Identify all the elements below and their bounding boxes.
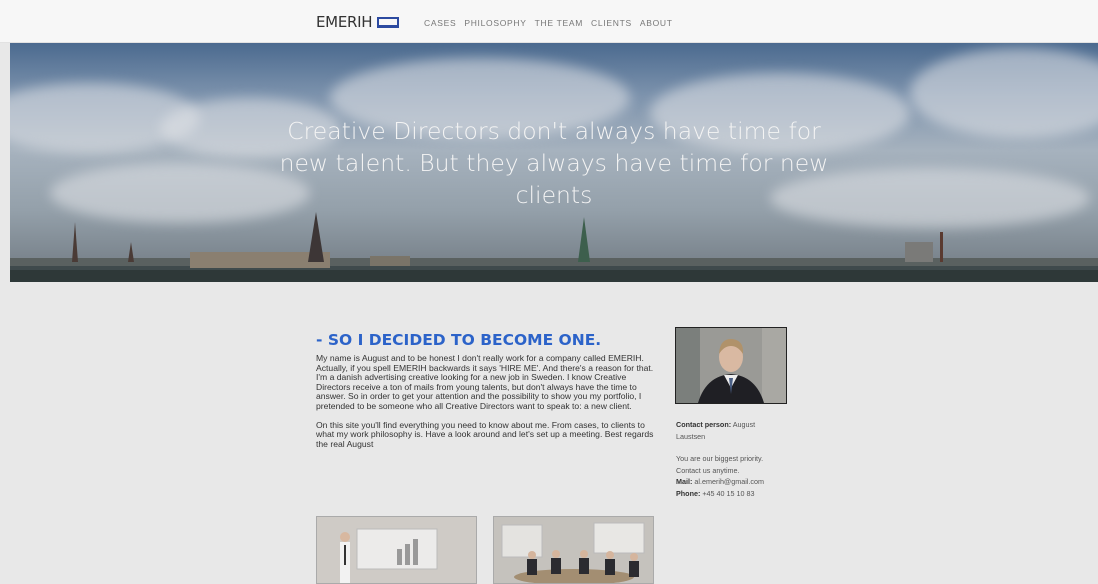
intro-paragraph: My name is August and to be honest I don… [316,353,654,411]
hero-headline: Creative Directors don't always have tim… [279,117,829,209]
case-thumbnail-presentation[interactable] [316,516,477,584]
priority-text: You are our biggest priority. [676,454,764,463]
intro-text: My name is August and to be honest I don… [316,353,660,449]
nav-item-about[interactable]: ABOUT [640,18,673,28]
emerih-logo[interactable]: EMERIH [316,13,400,31]
city-skyline-image [10,212,1098,282]
case-thumbnail-meeting[interactable] [493,516,654,584]
contact-info: Contact person: August Laustsen You are … [676,419,786,499]
portrait-illustration [676,328,786,403]
section-headline: - SO I DECIDED TO BECOME ONE. [316,331,602,349]
phone-number: +45 40 15 10 83 [702,488,755,498]
nav-item-clients[interactable]: CLIENTS [591,18,632,28]
nav-item-the-team[interactable]: THE TEAM [535,18,583,28]
nav-item-philosophy[interactable]: PHILOSOPHY [464,18,526,28]
nav-item-cases[interactable]: CASES [424,18,456,28]
contact-person-label: Contact person: [676,420,732,429]
presentation-photo [317,517,476,583]
logo-text: EMERIH [316,13,373,31]
mail-line: Mail: al.emerih@gmail.com [676,476,786,488]
meeting-photo [494,517,653,583]
phone-line: Phone: +45 40 15 10 83 [676,488,786,500]
intro-paragraph: On this site you'll find everything you … [316,419,654,449]
phone-label: Phone: [676,488,701,498]
mail-link[interactable]: al.emerih@gmail.com [694,477,764,486]
top-navbar: EMERIH CASES PHILOSOPHY THE TEAM CLIENTS… [0,0,1098,43]
hero-banner: Creative Directors don't always have tim… [10,43,1098,282]
contact-person-line: Contact person: August Laustsen [676,419,786,442]
mail-label: Mail: [676,477,693,486]
contact-portrait-photo [675,327,787,404]
main-nav: CASES PHILOSOPHY THE TEAM CLIENTS ABOUT [424,18,673,28]
logo-rectangle-icon [377,17,400,28]
hero-cloud [910,48,1098,138]
contact-anytime-text: Contact us anytime. [676,465,740,475]
